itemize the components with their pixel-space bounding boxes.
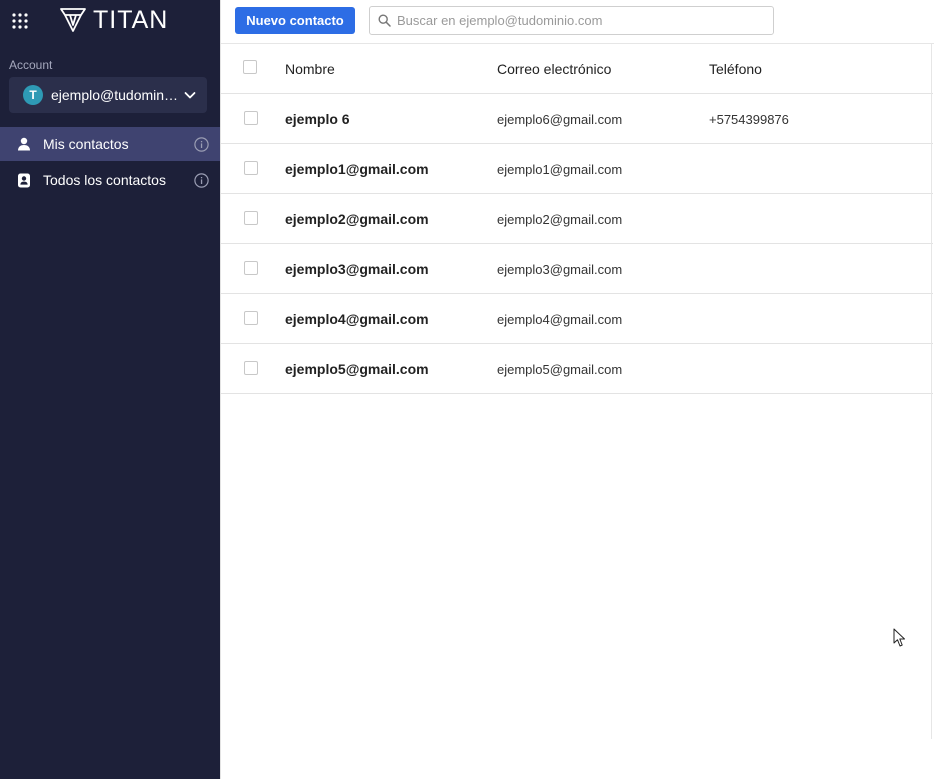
contact-name: ejemplo 6 — [285, 111, 350, 127]
row-checkbox[interactable] — [244, 361, 258, 375]
sidebar: TITAN Account T ejemplo@tudominio.com Mi… — [0, 0, 220, 779]
contact-email: ejemplo1@gmail.com — [497, 162, 623, 177]
sidebar-item-label: Todos los contactos — [43, 172, 166, 188]
app-grid-icon[interactable] — [12, 13, 28, 29]
contact-email: ejemplo5@gmail.com — [497, 362, 623, 377]
row-checkbox[interactable] — [244, 211, 258, 225]
account-selector[interactable]: T ejemplo@tudominio.com — [9, 77, 207, 113]
table-header: Nombre Correo electrónico Teléfono — [221, 44, 933, 94]
sidebar-header: TITAN — [0, 0, 220, 42]
sidebar-item-todos-los-contactos[interactable]: Todos los contactos — [0, 163, 220, 197]
account-email: ejemplo@tudominio.com — [51, 87, 179, 103]
row-checkbox[interactable] — [244, 111, 258, 125]
contact-name: ejemplo4@gmail.com — [285, 311, 429, 327]
avatar: T — [23, 85, 43, 105]
contact-phone: +5754399876 — [709, 112, 789, 127]
logo-text: TITAN — [93, 6, 169, 34]
table-row[interactable]: ejemplo2@gmail.com ejemplo2@gmail.com — [221, 194, 933, 244]
select-all-checkbox[interactable] — [243, 60, 257, 74]
main-content: Nuevo contacto Nombre Correo electrónico… — [220, 0, 934, 779]
info-icon[interactable] — [194, 137, 209, 152]
titan-logo-icon — [60, 8, 86, 32]
address-book-icon — [16, 172, 32, 188]
column-header-telefono[interactable]: Teléfono — [709, 61, 762, 77]
table-row[interactable]: ejemplo4@gmail.com ejemplo4@gmail.com — [221, 294, 933, 344]
sidebar-item-label: Mis contactos — [43, 136, 129, 152]
search-input[interactable] — [397, 13, 767, 28]
chevron-down-icon — [184, 92, 196, 99]
table-row[interactable]: ejemplo3@gmail.com ejemplo3@gmail.com — [221, 244, 933, 294]
mouse-cursor-icon — [893, 628, 905, 647]
titan-logo: TITAN — [59, 6, 168, 34]
toolbar: Nuevo contacto — [221, 0, 934, 44]
new-contact-button[interactable]: Nuevo contacto — [235, 7, 355, 34]
table-row[interactable]: ejemplo1@gmail.com ejemplo1@gmail.com — [221, 144, 933, 194]
contact-name: ejemplo1@gmail.com — [285, 161, 429, 177]
contact-email: ejemplo2@gmail.com — [497, 212, 623, 227]
sidebar-item-mis-contactos[interactable]: Mis contactos — [0, 127, 220, 161]
info-icon[interactable] — [194, 173, 209, 188]
table-row[interactable]: ejemplo5@gmail.com ejemplo5@gmail.com — [221, 344, 933, 394]
row-checkbox[interactable] — [244, 261, 258, 275]
row-checkbox[interactable] — [244, 161, 258, 175]
row-checkbox[interactable] — [244, 311, 258, 325]
contact-name: ejemplo5@gmail.com — [285, 361, 429, 377]
contacts-table: Nombre Correo electrónico Teléfono ejemp… — [221, 44, 933, 394]
contact-email: ejemplo3@gmail.com — [497, 262, 623, 277]
contact-email: ejemplo4@gmail.com — [497, 312, 623, 327]
account-label: Account — [9, 58, 53, 72]
table-row[interactable]: ejemplo 6 ejemplo6@gmail.com +5754399876 — [221, 94, 933, 144]
contact-email: ejemplo6@gmail.com — [497, 112, 623, 127]
contact-name: ejemplo2@gmail.com — [285, 211, 429, 227]
search-box[interactable] — [369, 6, 774, 35]
person-icon — [16, 136, 32, 152]
column-header-correo[interactable]: Correo electrónico — [497, 61, 611, 77]
column-header-nombre[interactable]: Nombre — [285, 61, 335, 77]
contact-name: ejemplo3@gmail.com — [285, 261, 429, 277]
search-icon — [378, 14, 391, 27]
